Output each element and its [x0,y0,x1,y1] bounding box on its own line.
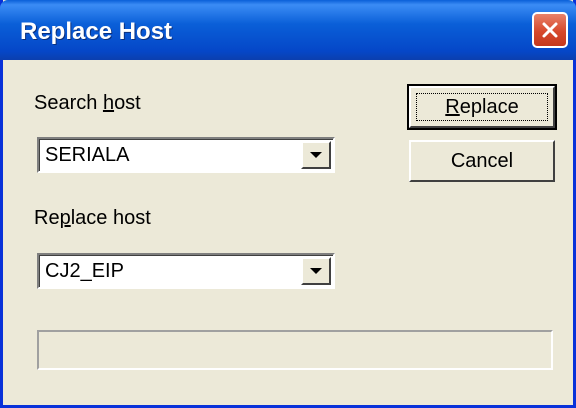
search-host-value: SERIALA [45,144,130,166]
replace-host-dialog: Replace Host Search host SERIALA Replace… [0,0,576,408]
search-host-combo[interactable]: SERIALA [37,137,335,173]
replace-host-label: Replace host [34,207,151,229]
dialog-title: Replace Host [20,18,173,45]
focus-rect [416,93,548,121]
cancel-button[interactable]: Cancel [409,140,555,182]
close-button[interactable] [532,12,568,48]
progress-bar [37,330,553,370]
replace-button[interactable]: Replace [407,84,557,130]
chevron-down-icon[interactable] [301,141,331,169]
replace-host-combo[interactable]: CJ2_EIP [37,253,335,289]
chevron-down-icon[interactable] [301,257,331,285]
close-icon [542,22,558,38]
title-bar[interactable]: Replace Host [0,0,576,60]
replace-host-value: CJ2_EIP [45,260,124,282]
search-host-label: Search host [34,92,141,114]
